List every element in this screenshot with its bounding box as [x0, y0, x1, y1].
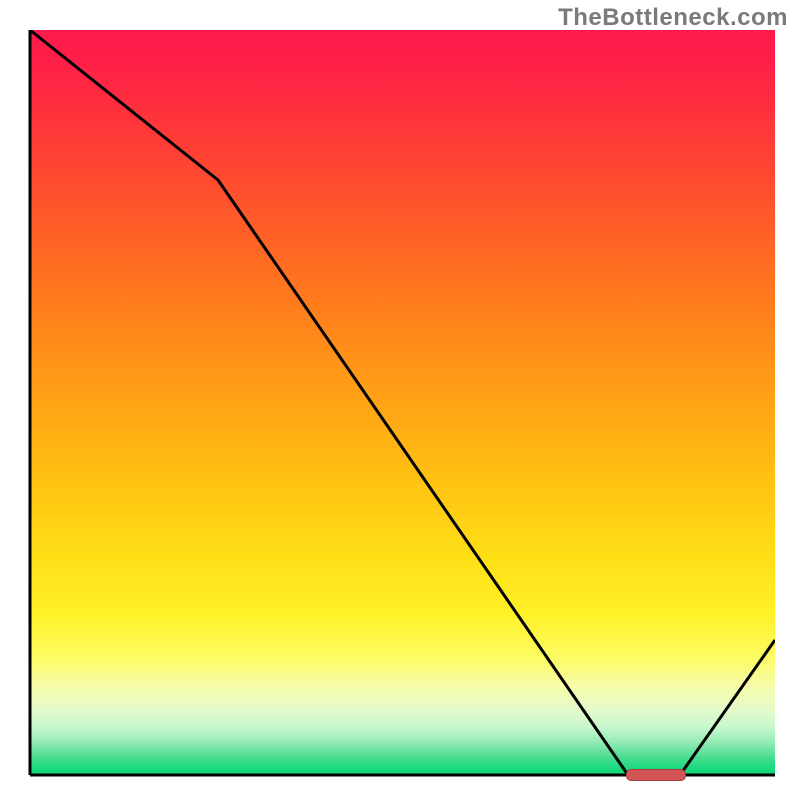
chart-svg: [0, 0, 800, 800]
gradient-background: [30, 30, 775, 775]
chart-canvas: TheBottleneck.com: [0, 0, 800, 800]
